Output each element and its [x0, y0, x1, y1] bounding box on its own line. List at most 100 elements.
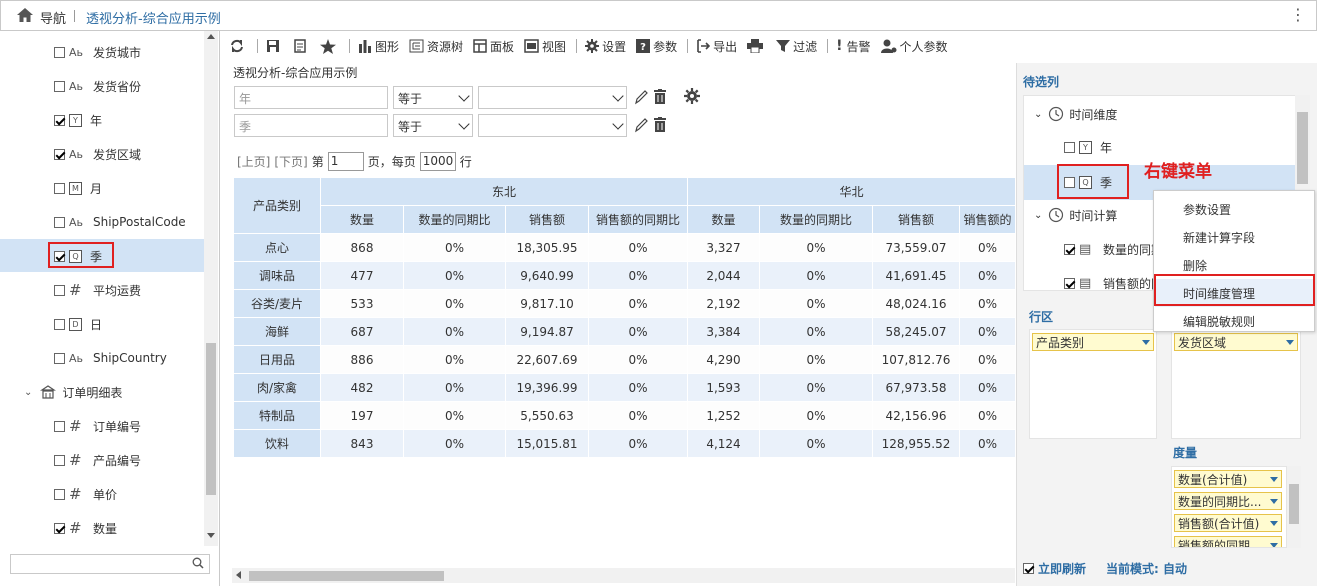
auto-refresh-checkbox[interactable] — [1023, 563, 1034, 574]
filter-value-select[interactable] — [478, 114, 627, 137]
filter-value-select[interactable] — [478, 86, 627, 109]
row-label[interactable]: 调味品 — [233, 261, 321, 290]
alert-button[interactable]: ! 告警 — [836, 38, 870, 55]
tree-group[interactable]: ⌄ 时间计算 — [1034, 203, 1117, 227]
measure-chip[interactable]: 数量的同期比... — [1174, 492, 1282, 510]
filter-field-input[interactable]: 年 — [234, 86, 388, 109]
column-header[interactable]: 数量 — [320, 205, 404, 234]
search-input[interactable] — [10, 554, 210, 574]
scroll-up-icon[interactable] — [207, 34, 215, 39]
tree-item[interactable]: D日 — [54, 309, 102, 339]
page-input[interactable]: 1 — [327, 152, 364, 171]
row-zone[interactable]: 产品类别 — [1029, 329, 1157, 439]
checkbox[interactable] — [54, 352, 65, 364]
refresh-button[interactable] — [230, 39, 247, 53]
auto-refresh-label[interactable]: 立即刷新 — [1038, 560, 1086, 577]
row-label[interactable]: 点心 — [233, 233, 321, 262]
operator-select[interactable]: 等于 — [393, 114, 473, 137]
scroll-thumb[interactable] — [1297, 112, 1308, 184]
checkbox[interactable] — [54, 284, 65, 296]
tree-item[interactable]: Y年 — [1064, 135, 1112, 159]
resource-tree-button[interactable]: 资源树 — [409, 38, 463, 55]
horizontal-scrollbar[interactable] — [232, 568, 1015, 583]
scroll-down-icon[interactable] — [207, 533, 215, 538]
column-header[interactable]: 销售额 — [872, 205, 960, 234]
column-group-header[interactable]: 东北 — [320, 177, 688, 206]
column-header[interactable]: 数量 — [687, 205, 760, 234]
column-group-header[interactable]: 华北 — [687, 177, 1016, 206]
checkbox[interactable] — [54, 420, 65, 432]
tree-item[interactable]: # 数量 — [54, 513, 117, 543]
params-button[interactable]: ? 参数 — [636, 38, 677, 55]
personal-params-button[interactable]: 个人参数 — [880, 38, 948, 55]
tree-item[interactable]: Aь ShipPostalCode — [54, 207, 186, 237]
column-header[interactable]: 销售额 — [505, 205, 589, 234]
gear-icon[interactable] — [684, 88, 700, 104]
filter-button[interactable]: 过滤 — [776, 38, 817, 55]
column-header[interactable]: 数量的同期比 — [403, 205, 506, 234]
operator-select[interactable]: 等于 — [393, 86, 473, 109]
row-header[interactable]: 产品类别 — [233, 177, 321, 234]
caret-down-icon[interactable] — [1286, 339, 1294, 345]
measure-chip[interactable]: 销售额的同期... — [1174, 536, 1282, 547]
checkbox[interactable] — [54, 216, 65, 228]
graph-button[interactable]: 图形 — [358, 38, 399, 55]
save-button[interactable] — [266, 39, 283, 53]
measure-scrollbar[interactable] — [1287, 466, 1301, 548]
nav-link[interactable]: 导航 — [40, 8, 66, 27]
tree-item[interactable]: Aь ShipCountry — [54, 343, 167, 373]
favorite-button[interactable] — [320, 38, 339, 54]
column-header[interactable]: 销售额的 — [959, 205, 1016, 234]
tree-item[interactable]: ▤ 数量的同期 — [1064, 237, 1163, 261]
tree-item[interactable]: # 产品编号 — [54, 445, 141, 475]
checkbox[interactable] — [1064, 141, 1075, 153]
more-options-icon[interactable]: ⋮ — [1290, 7, 1306, 23]
checkbox-checked[interactable] — [54, 148, 65, 160]
caret-down-icon[interactable] — [1270, 542, 1278, 547]
row-label[interactable]: 海鲜 — [233, 317, 321, 346]
scroll-thumb[interactable] — [206, 343, 216, 495]
save-as-button[interactable] — [293, 39, 310, 53]
checkbox-checked[interactable] — [54, 114, 65, 126]
checkbox[interactable] — [54, 454, 65, 466]
settings-button[interactable]: 设置 — [585, 38, 626, 55]
column-header[interactable]: 销售额的同期比 — [588, 205, 688, 234]
column-field-chip[interactable]: 发货区域 — [1174, 333, 1298, 351]
left-scrollbar[interactable] — [204, 31, 218, 546]
pencil-icon[interactable] — [634, 89, 648, 105]
caret-down-icon[interactable] — [1142, 339, 1150, 345]
prev-page-link[interactable]: [上页] — [237, 153, 270, 170]
menu-item-edit-masking[interactable]: 编辑脱敏规则 — [1155, 307, 1313, 335]
print-button[interactable] — [747, 39, 766, 53]
page-size-input[interactable]: 1000 — [419, 152, 456, 171]
filter-field-input[interactable]: 季 — [234, 114, 388, 137]
caret-down-icon[interactable] — [1270, 498, 1278, 504]
scroll-thumb[interactable] — [249, 571, 444, 581]
tree-item[interactable]: # 平均运费 — [54, 275, 141, 305]
caret-down-icon[interactable] — [1270, 476, 1278, 482]
checkbox[interactable] — [54, 80, 65, 92]
column-header[interactable]: 数量的同期比 — [759, 205, 873, 234]
row-field-chip[interactable]: 产品类别 — [1032, 333, 1154, 351]
scroll-thumb[interactable] — [1289, 484, 1299, 524]
row-label[interactable]: 特制品 — [233, 401, 321, 430]
checkbox[interactable] — [54, 488, 65, 500]
chevron-down-icon[interactable]: ⌄ — [1034, 109, 1042, 120]
row-label[interactable]: 饮料 — [233, 429, 321, 458]
trash-icon[interactable] — [654, 89, 666, 104]
row-label[interactable]: 肉/家禽 — [233, 373, 321, 402]
tree-item[interactable]: # 订单编号 — [54, 411, 141, 441]
column-zone[interactable]: 发货区域 — [1171, 329, 1301, 439]
tree-group[interactable]: ⌄ 订单明细表 — [24, 377, 122, 407]
home-icon[interactable] — [17, 8, 33, 22]
checkbox[interactable] — [54, 182, 65, 194]
measure-chip[interactable]: 销售额(合计值) — [1174, 514, 1282, 532]
search-icon[interactable] — [192, 557, 204, 569]
tree-item[interactable]: # 单价 — [54, 479, 117, 509]
next-page-link[interactable]: [下页] — [274, 153, 307, 170]
checkbox[interactable] — [54, 318, 65, 330]
menu-item-new-calc-field[interactable]: 新建计算字段 — [1155, 223, 1313, 251]
checkbox[interactable] — [54, 46, 65, 58]
chevron-down-icon[interactable]: ⌄ — [24, 387, 32, 398]
scroll-left-icon[interactable] — [236, 571, 241, 579]
